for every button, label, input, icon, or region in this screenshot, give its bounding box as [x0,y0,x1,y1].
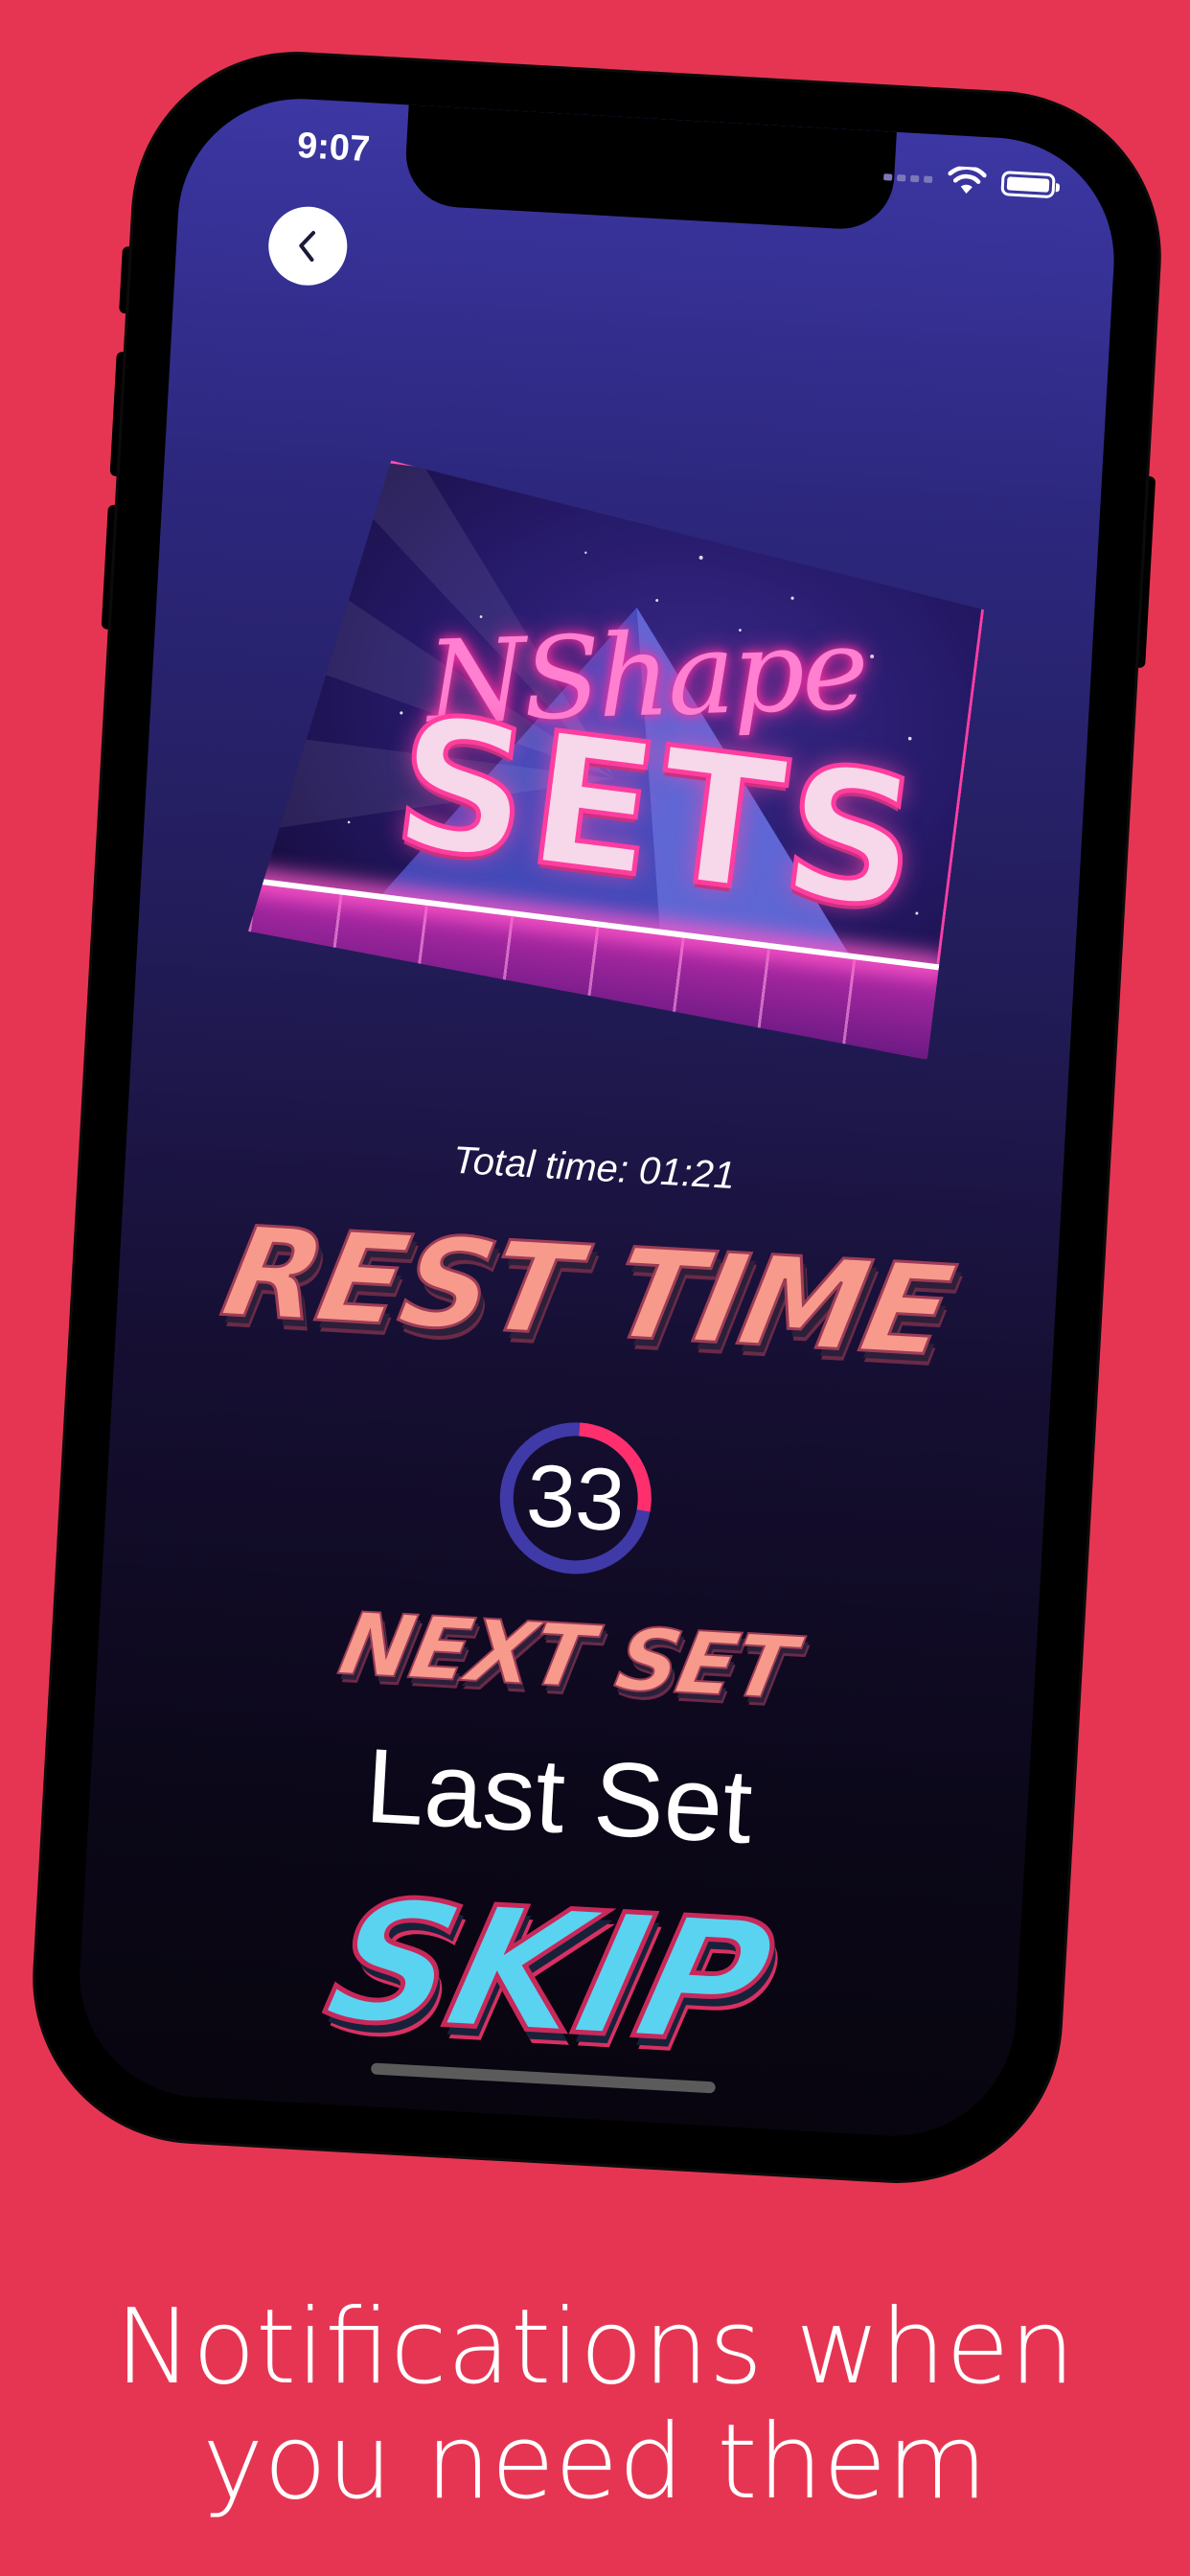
chevron-left-icon [299,231,316,262]
next-set-heading: Next Set [331,1593,802,1719]
logo-artwork: NShape SETS [243,450,994,1060]
phone-frame: 9:07 NShape SETS Total time: 01:21 REST … [26,45,1168,2190]
countdown-seconds: 33 [523,1446,628,1550]
nshape-sets-logo: NShape SETS [243,450,994,1060]
app-screen: 9:07 NShape SETS Total time: 01:21 REST … [73,92,1121,2143]
caption-line-1: Notifications when [115,2288,1075,2407]
back-button[interactable] [266,204,350,288]
wifi-icon [948,165,987,195]
rest-countdown: 33 [492,1415,658,1581]
skip-button[interactable]: Skip [73,1849,1040,2095]
caption-line-2: you need them [202,2403,988,2522]
cellular-signal-icon [883,172,933,183]
battery-icon [1000,171,1056,199]
rest-time-heading: Rest Time [211,1198,963,1386]
status-icons [882,162,1056,200]
marketing-caption: Notifications when you need them [0,2290,1190,2520]
status-time: 9:07 [295,125,372,171]
